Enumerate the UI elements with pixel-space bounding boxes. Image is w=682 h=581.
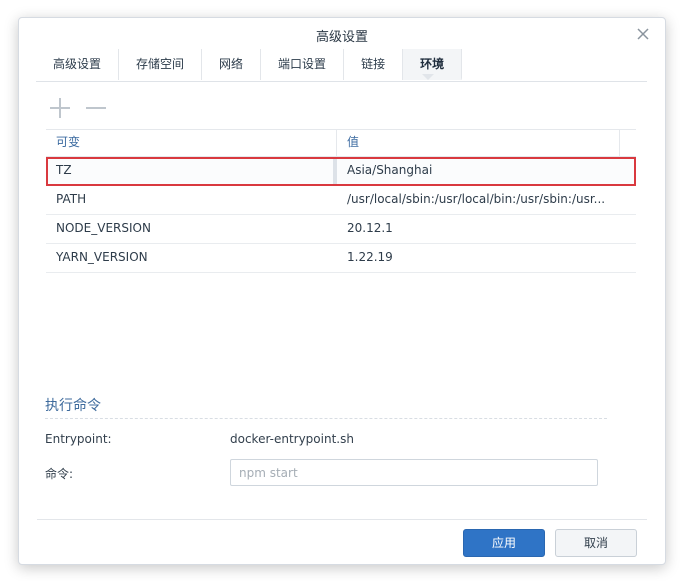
command-label: 命令: (45, 467, 74, 481)
tab-port-settings[interactable]: 端口设置 (261, 49, 345, 80)
tab-links[interactable]: 链接 (344, 49, 404, 80)
table-row[interactable]: PATH /usr/local/sbin:/usr/local/bin:/usr… (46, 186, 636, 215)
env-variable-name[interactable]: PATH (46, 186, 337, 214)
entrypoint-label: Entrypoint: (45, 432, 112, 446)
env-variable-value[interactable]: 1.22.19 (337, 244, 627, 272)
table-row[interactable]: NODE_VERSION 20.12.1 (46, 215, 636, 244)
close-icon[interactable] (635, 26, 651, 42)
command-input[interactable] (230, 459, 598, 486)
tab-storage[interactable]: 存储空间 (119, 49, 203, 80)
table-row[interactable]: YARN_VERSION 1.22.19 (46, 244, 636, 273)
tab-advanced-settings[interactable]: 高级设置 (36, 49, 120, 80)
column-header-value[interactable]: 值 (337, 130, 620, 156)
table-header: 可变 值 (46, 129, 636, 157)
column-header-variable[interactable]: 可变 (46, 130, 337, 156)
env-variable-value[interactable]: 20.12.1 (337, 215, 627, 243)
section-divider (45, 418, 607, 419)
env-variable-table: 可变 值 TZ Asia/Shanghai PATH /usr/local/sb… (46, 129, 636, 273)
env-toolbar (49, 97, 107, 119)
env-variable-value[interactable]: Asia/Shanghai (337, 157, 627, 185)
cancel-button[interactable]: 取消 (555, 529, 637, 557)
footer-divider (37, 519, 647, 520)
active-tab-marker (422, 74, 434, 80)
env-variable-value[interactable]: /usr/local/sbin:/usr/local/bin:/usr/sbin… (337, 186, 627, 214)
execution-section-title: 执行命令 (45, 398, 101, 414)
minus-icon[interactable] (85, 97, 107, 119)
env-variable-name[interactable]: YARN_VERSION (46, 244, 337, 272)
tab-network[interactable]: 网络 (202, 49, 262, 80)
table-row[interactable]: TZ Asia/Shanghai (46, 157, 636, 186)
plus-icon[interactable] (49, 97, 71, 119)
env-variable-name[interactable]: NODE_VERSION (46, 215, 337, 243)
env-variable-name[interactable]: TZ (46, 157, 337, 185)
dialog-title: 高级设置 (315, 30, 368, 45)
tab-bar: 高级设置 存储空间 网络 端口设置 链接 环境 (36, 49, 647, 82)
entrypoint-value: docker-entrypoint.sh (230, 432, 354, 446)
apply-button[interactable]: 应用 (463, 529, 545, 557)
advanced-settings-dialog: 高级设置 高级设置 存储空间 网络 端口设置 链接 环境 可变 值 TZ Asi… (18, 17, 666, 565)
